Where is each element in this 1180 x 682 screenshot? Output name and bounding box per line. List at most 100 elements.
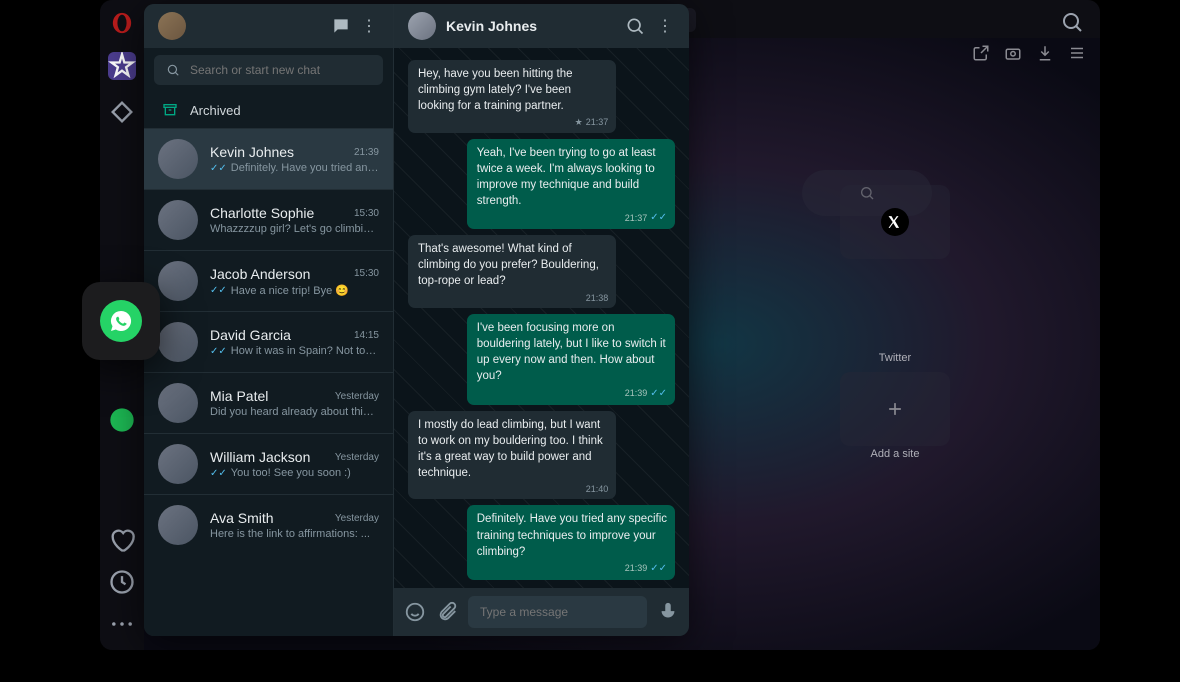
chat-name: David Garcia — [210, 327, 291, 343]
avatar — [158, 261, 198, 301]
chat-name: Kevin Johnes — [210, 144, 294, 160]
sidebar-workspaces-icon[interactable] — [108, 52, 136, 80]
message-text: I mostly do lead climbing, but I want to… — [418, 417, 608, 481]
messages-list[interactable]: Hey, have you been hitting the climbing … — [394, 48, 689, 588]
speed-dial-tile-twitter[interactable] — [840, 185, 950, 259]
message-input-box[interactable] — [468, 596, 647, 628]
avatar — [158, 383, 198, 423]
avatar — [158, 505, 198, 545]
double-check-icon: ✓✓ — [210, 346, 227, 357]
speed-dial-row-2 — [840, 372, 950, 446]
browser-frame: ⋮ ↻ 🔒 WhatsApp ☺ 📌 Twitter — [100, 0, 1100, 650]
message-text: I've been focusing more on bouldering la… — [477, 320, 667, 384]
conversation-name: Kevin Johnes — [446, 18, 615, 34]
chat-menu-icon[interactable]: ⋮ — [359, 16, 379, 36]
conv-search-icon[interactable] — [625, 16, 645, 36]
chat-time: Yesterday — [335, 452, 379, 463]
floating-whatsapp-icon[interactable] — [82, 282, 160, 360]
chat-item[interactable]: Charlotte Sophie15:30 Whazzzzup girl? Le… — [144, 189, 393, 250]
double-check-icon: ✓✓ — [650, 211, 667, 225]
message-time: 21:40 — [586, 483, 609, 496]
message-bubble[interactable]: Hey, have you been hitting the climbing … — [408, 60, 616, 133]
chat-item[interactable]: David Garcia14:15 ✓✓How it was in Spain?… — [144, 311, 393, 372]
chat-preview: You too! See you soon :) — [231, 467, 351, 479]
avatar — [158, 322, 198, 362]
conversation-avatar[interactable] — [408, 12, 436, 40]
chat-item[interactable]: Kevin Johnes21:39 ✓✓Definitely. Have you… — [144, 128, 393, 189]
chat-time: Yesterday — [335, 391, 379, 402]
message-text: That's awesome! What kind of climbing do… — [418, 241, 608, 289]
chat-name: Mia Patel — [210, 388, 268, 404]
chat-list-pane: ⋮ Archived Kevin Johnes21:39 ✓✓Definitel… — [144, 4, 394, 636]
archived-label: Archived — [190, 103, 241, 118]
chat-time: Yesterday — [335, 513, 379, 524]
double-check-icon: ✓✓ — [210, 163, 227, 174]
double-check-icon: ✓✓ — [650, 562, 667, 576]
conversation-header: Kevin Johnes ⋮ — [394, 4, 689, 48]
browser-search-icon[interactable] — [1060, 10, 1084, 34]
chat-time: 15:30 — [354, 268, 379, 279]
speed-dial-toolbar — [972, 44, 1086, 62]
my-avatar[interactable] — [158, 12, 186, 40]
chat-preview: Whazzzzup girl? Let's go climbing... — [210, 223, 379, 235]
conversation-pane: Kevin Johnes ⋮ Hey, have you been hittin… — [394, 4, 689, 636]
message-time: 21:38 — [586, 292, 609, 305]
tile-label-add: Add a site — [840, 448, 950, 460]
message-text: Definitely. Have you tried any specific … — [477, 511, 667, 559]
chat-search-box[interactable] — [154, 55, 383, 85]
chat-time: 15:30 — [354, 208, 379, 219]
speed-dial-tiles — [840, 185, 1076, 259]
chat-item[interactable]: Mia Patel Yesterday Did you heard already… — [144, 372, 393, 433]
message-composer — [394, 588, 689, 636]
archive-icon — [162, 102, 178, 118]
mic-icon[interactable] — [657, 601, 679, 623]
chat-preview: Have a nice trip! Bye 😊 — [231, 284, 349, 297]
message-input[interactable] — [480, 605, 635, 619]
whatsapp-logo-icon — [100, 300, 142, 342]
message-time: 21:37 — [625, 212, 648, 225]
message-bubble[interactable]: I mostly do lead climbing, but I want to… — [408, 411, 616, 500]
search-icon — [166, 63, 180, 77]
archived-row[interactable]: Archived — [144, 92, 393, 128]
chat-item[interactable]: William Jackson Yesterday ✓✓ You too! See … — [144, 433, 393, 494]
message-bubble[interactable]: Yeah, I've been trying to go at least tw… — [467, 139, 675, 229]
speed-dial-add-tile[interactable] — [840, 372, 950, 446]
share-icon[interactable] — [972, 44, 990, 62]
chat-list-header: ⋮ — [144, 4, 393, 48]
camera-icon[interactable] — [1004, 44, 1022, 62]
whatsapp-panel: ⋮ Archived Kevin Johnes21:39 ✓✓Definitel… — [144, 4, 689, 636]
chat-preview: Did you heard already about this?... — [210, 406, 379, 418]
sidebar-spotify-icon[interactable] — [108, 406, 136, 434]
chat-name: William Jackson — [210, 449, 310, 465]
new-chat-icon[interactable] — [331, 16, 351, 36]
message-bubble[interactable]: I've been focusing more on bouldering la… — [467, 314, 675, 404]
chat-item[interactable]: Jacob Anderson15:30 ✓✓Have a nice trip! … — [144, 250, 393, 311]
chat-name: Jacob Anderson — [210, 266, 310, 282]
emoji-picker-icon[interactable] — [404, 601, 426, 623]
double-check-icon: ✓✓ — [210, 468, 227, 479]
opera-logo-icon[interactable] — [111, 12, 133, 34]
message-text: Hey, have you been hitting the climbing … — [418, 66, 608, 114]
avatar — [158, 200, 198, 240]
star-icon: ★ — [575, 116, 583, 129]
more-icon[interactable] — [108, 610, 136, 638]
attach-icon[interactable] — [436, 601, 458, 623]
chat-search-input[interactable] — [190, 63, 371, 77]
download-icon[interactable] — [1036, 44, 1054, 62]
history-icon[interactable] — [108, 568, 136, 596]
menu-lines-icon[interactable] — [1068, 44, 1086, 62]
conv-menu-icon[interactable]: ⋮ — [655, 16, 675, 36]
message-time: 21:37 — [586, 116, 609, 129]
message-text: Yeah, I've been trying to go at least tw… — [477, 145, 667, 209]
sidebar-diamond-icon[interactable] — [108, 98, 136, 126]
chat-preview: Here is the link to affirmations: ... — [210, 528, 370, 540]
message-bubble[interactable]: Definitely. Have you tried any specific … — [467, 505, 675, 579]
chat-items-list: Kevin Johnes21:39 ✓✓Definitely. Have you… — [144, 128, 393, 636]
avatar — [158, 139, 198, 179]
tile-label-twitter: Twitter — [840, 352, 950, 364]
heart-icon[interactable] — [108, 526, 136, 554]
message-time: 21:39 — [625, 562, 648, 575]
message-bubble[interactable]: That's awesome! What kind of climbing do… — [408, 235, 616, 308]
chat-item[interactable]: Ava SmithYesterday Here is the link to a… — [144, 494, 393, 555]
chat-preview: Definitely. Have you tried any... — [231, 162, 379, 174]
